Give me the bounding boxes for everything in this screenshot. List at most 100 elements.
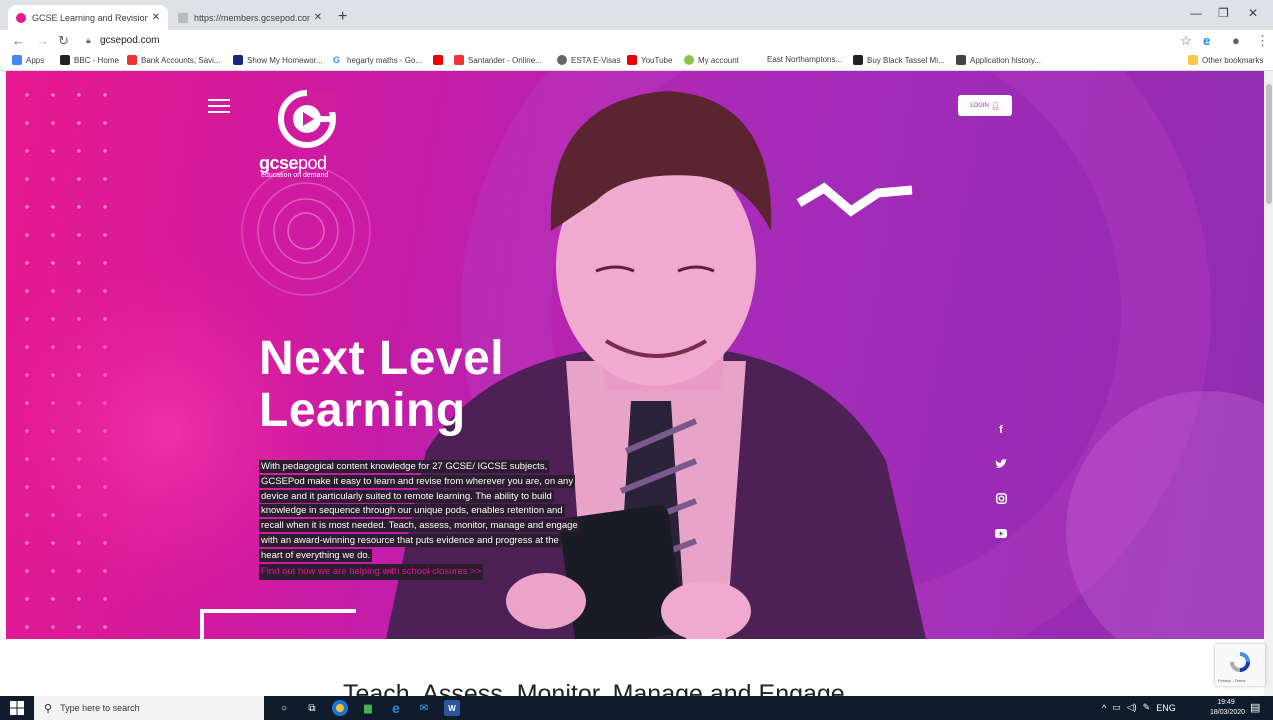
bookmarks-bar: Apps BBC - Home Bank Accounts, Savi... S…: [0, 52, 1273, 71]
chrome-icon[interactable]: [332, 700, 348, 716]
school-closures-link[interactable]: Find out how we are helping with school …: [259, 563, 484, 581]
pen-icon[interactable]: ✎: [1143, 702, 1151, 713]
youtube-icon[interactable]: [994, 526, 1008, 540]
tab-title: https://members.gcsepod.com/li: [194, 12, 310, 23]
bookmark-youtube[interactable]: YouTube: [627, 55, 672, 65]
clock-date: 18/03/2020: [1210, 709, 1246, 716]
document-icon: [956, 55, 966, 65]
restore-icon[interactable]: ❐: [1218, 6, 1229, 20]
bookmark-bbc[interactable]: BBC - Home: [60, 55, 119, 65]
facebook-icon[interactable]: f: [994, 423, 1008, 437]
bookmark-esta[interactable]: ESTA E-Visas: [557, 55, 621, 65]
forward-icon[interactable]: →: [36, 33, 49, 48]
edge-icon[interactable]: e: [388, 700, 404, 716]
bookmark-bank[interactable]: Bank Accounts, Savi...: [127, 55, 221, 65]
edge-extension-icon[interactable]: e: [1203, 33, 1210, 48]
taskbar-search[interactable]: ⚲ Type here to search: [34, 696, 264, 720]
network-icon[interactable]: ▭: [1112, 702, 1121, 713]
bookmark-east-northants[interactable]: East Northamptons...: [767, 55, 842, 64]
lock-icon: 🔒︎: [86, 35, 91, 45]
tab-title: GCSE Learning and Revision | GC: [32, 12, 148, 23]
hero-banner: gcsepod education on demand LOGIN 👤︎ Nex…: [6, 71, 1264, 639]
bookmark-label: Application history...: [970, 55, 1041, 65]
store-icon[interactable]: ▆: [360, 700, 376, 716]
account-icon: [684, 55, 694, 65]
bookmark-hegarty[interactable]: Ghegarty maths - Go...: [333, 55, 422, 65]
language-indicator[interactable]: ENG: [1156, 703, 1176, 713]
twitter-icon[interactable]: [994, 457, 1008, 471]
santander-icon: [127, 55, 137, 65]
bookmark-other[interactable]: Other bookmarks: [1188, 55, 1263, 65]
bookmark-label: My account: [698, 55, 739, 65]
hero-title-line2: Learning: [259, 384, 466, 437]
reload-icon[interactable]: ↻: [58, 33, 69, 49]
folder-icon: [1188, 55, 1198, 65]
hero-photo-boy: [6, 71, 1264, 639]
youtube-icon: [627, 55, 637, 65]
chevron-up-icon[interactable]: ^: [1102, 703, 1106, 713]
search-placeholder: Type here to search: [60, 703, 140, 713]
bookmark-my-account[interactable]: My account: [684, 55, 739, 65]
new-tab-icon[interactable]: +: [338, 8, 347, 26]
star-icon[interactable]: ☆: [1180, 33, 1192, 49]
apps-grid-icon: [12, 55, 22, 65]
close-tab-icon[interactable]: ✕: [152, 12, 160, 23]
clock[interactable]: 19:49 18/03/2020: [1210, 698, 1246, 718]
bookmark-apps[interactable]: Apps: [12, 55, 44, 65]
bookmark-label: Show My Homewor...: [247, 55, 323, 65]
hamburger-menu-icon[interactable]: [208, 99, 230, 113]
recaptcha-terms[interactable]: Privacy - Terms: [1218, 678, 1245, 683]
bookmark-homework[interactable]: Show My Homewor...: [233, 55, 323, 65]
tab-members[interactable]: https://members.gcsepod.com/li ✕: [170, 5, 330, 30]
scrollbar-thumb[interactable]: [1266, 84, 1272, 204]
google-icon: G: [333, 55, 343, 65]
bookmark-label: East Northamptons...: [767, 55, 843, 64]
recaptcha-badge[interactable]: Privacy - Terms: [1215, 644, 1265, 686]
hero-title: Next Level Learning: [259, 333, 504, 437]
login-label: LOGIN: [970, 102, 989, 109]
bookmark-label: Buy Black Tassel Mi...: [867, 55, 945, 65]
menu-icon[interactable]: ⋮: [1256, 33, 1269, 49]
close-tab-icon[interactable]: ✕: [314, 12, 322, 23]
bookmark-label: Santander - Online...: [468, 55, 542, 65]
close-window-icon[interactable]: ✕: [1248, 6, 1258, 20]
bookmark-tassel[interactable]: Buy Black Tassel Mi...: [853, 55, 945, 65]
santander-icon: [454, 55, 464, 65]
system-tray: ^ ▭ ◁) ✎ ENG: [1102, 702, 1176, 713]
address-toolbar: ← → ↻ 🔒︎ gcsepod.com ☆ e ● ⋮: [0, 30, 1273, 52]
bookmark-label: BBC - Home: [74, 55, 119, 65]
clock-time: 19:49: [1217, 699, 1235, 706]
mail-icon[interactable]: ✉: [416, 700, 432, 716]
tab-strip: GCSE Learning and Revision | GC ✕ https:…: [0, 0, 1273, 30]
instagram-icon[interactable]: [994, 491, 1008, 505]
bookmark-santander[interactable]: Santander - Online...: [454, 55, 542, 65]
logo-tagline: education on demand: [261, 172, 329, 179]
page-favicon-icon: [178, 12, 188, 23]
minimize-icon[interactable]: —: [1190, 6, 1202, 20]
screen: GCSE Learning and Revision | GC ✕ https:…: [0, 0, 1273, 720]
cortana-icon[interactable]: ○: [276, 700, 292, 716]
hero-title-line1: Next Level: [259, 332, 505, 385]
logo-wordmark-light: pod: [298, 153, 327, 173]
login-button[interactable]: LOGIN 👤︎: [958, 95, 1012, 116]
profile-icon[interactable]: ●: [1232, 33, 1240, 48]
globe-icon: [557, 55, 567, 65]
word-icon[interactable]: W: [444, 700, 460, 716]
windows-start-icon[interactable]: [10, 701, 24, 715]
gcsepod-logo-icon[interactable]: [278, 90, 336, 148]
tab-gcsepod[interactable]: GCSE Learning and Revision | GC ✕: [8, 5, 168, 30]
notifications-icon[interactable]: ▤: [1250, 701, 1262, 714]
shop-icon: [853, 55, 863, 65]
task-view-icon[interactable]: ⧉: [304, 700, 320, 716]
logo-wordmark[interactable]: gcsepod: [259, 153, 327, 174]
bookmark-youtube-red[interactable]: [433, 55, 447, 65]
volume-icon[interactable]: ◁): [1127, 702, 1137, 713]
bookmark-application[interactable]: Application history...: [956, 55, 1041, 65]
bookmark-label: Apps: [26, 55, 45, 65]
bookmark-label: YouTube: [641, 55, 673, 65]
user-icon: 👤︎: [990, 102, 1000, 110]
back-icon[interactable]: ←: [12, 33, 25, 48]
address-bar[interactable]: gcsepod.com: [100, 35, 159, 46]
bookmark-label: Other bookmarks: [1202, 55, 1264, 65]
hero-description: With pedagogical content knowledge for 2…: [259, 460, 580, 581]
